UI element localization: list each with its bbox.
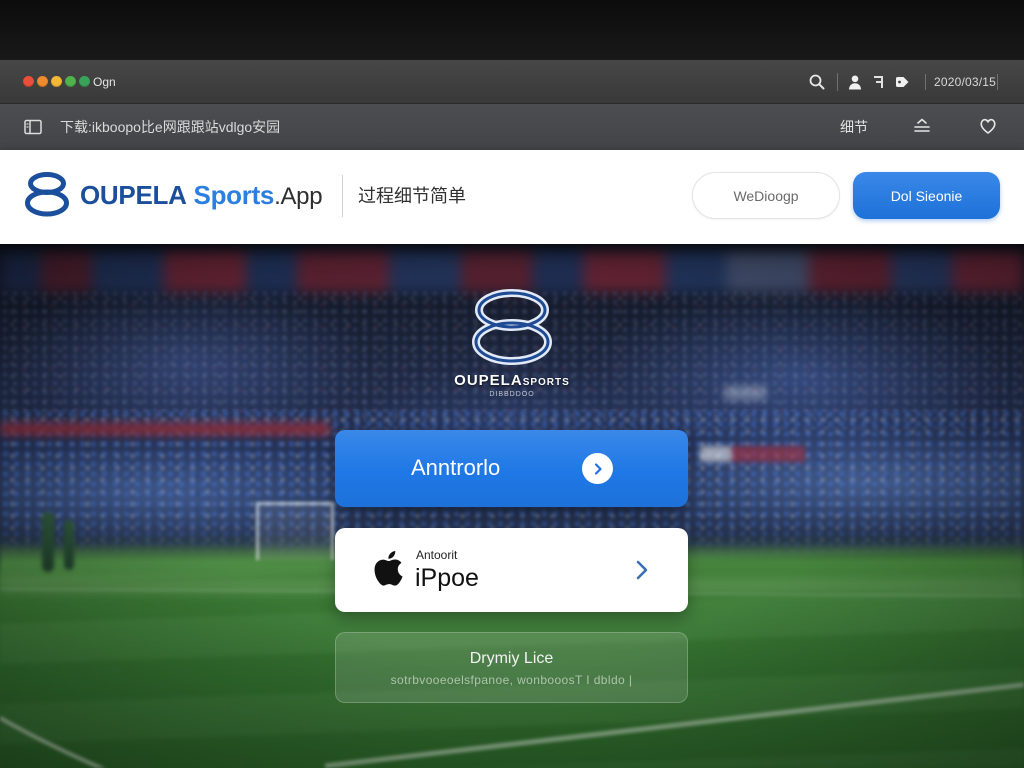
header-tagline: 过程细节简单 [358,186,466,206]
primary-header-button[interactable]: Dol Sieonie [853,172,1000,219]
third-button-subtitle: sotrbvooeoelsfpanoe, wonbooosT I dbldo | [390,673,633,687]
logo-name-primary: OUPELA [454,372,523,389]
chevron-right-icon [636,560,648,580]
secondary-header-button[interactable]: WeDioogp [692,172,840,219]
heart-icon[interactable] [978,116,998,141]
search-icon[interactable] [809,74,825,95]
android-download-button[interactable]: Anntrorlo [335,430,688,507]
brand-logo-icon[interactable] [24,171,70,217]
app-logo-name: OUPELAsports [412,372,612,390]
close-window-button[interactable] [23,76,34,87]
browser-toolbar: 下载:ikboopo比e网跟跟站vdlgo安园 细节 [0,104,1024,150]
iphone-download-button[interactable]: Antoorit iPpoe [335,528,688,612]
site-header: OUPELA Sports.App 过程细节简单 WeDioogp Dol Sie… [0,150,1024,244]
third-button-title: Drymiy Lice [469,650,554,667]
window-titlebar: Ogn 2020/03/15 [0,60,1024,104]
titlebar-divider [837,73,838,91]
header-divider [342,175,343,217]
date-label: 2020/03/15 [934,75,997,89]
extra-window-button[interactable] [79,76,90,87]
app-screen: Ogn 2020/03/15 下载:ikboopo比e网跟跟站vdlgo安园 细… [0,0,1024,768]
chevron-right-icon [582,453,613,484]
sidebar-icon[interactable] [24,119,42,140]
brand-secondary: Sports [193,180,275,210]
person-icon[interactable] [847,74,863,95]
app-logo-icon [472,289,552,365]
menu-icon[interactable] [912,116,932,141]
window-title: Ogn [93,75,116,89]
logo-name-suffix: sports [522,372,570,388]
brand-primary: OUPELA [80,180,187,210]
minimize-window-button[interactable] [37,76,48,87]
ios-button-caption: Antoorit [416,548,458,562]
titlebar-divider [997,74,998,90]
tag-icon[interactable] [894,74,910,95]
apple-icon [374,551,403,586]
brand-name[interactable]: OUPELA Sports.App [80,180,323,212]
titlebar-divider [925,74,926,90]
logo-caption: DIBBDDOO [489,391,535,398]
details-link[interactable]: 细节 [840,118,868,136]
zoom-window-button[interactable] [51,76,62,87]
flag-icon[interactable] [871,75,885,94]
top-void [0,0,1024,60]
window-controls [23,76,90,87]
brand-suffix: .App [274,183,323,210]
fullscreen-window-button[interactable] [65,76,76,87]
address-bar[interactable]: 下载:ikboopo比e网跟跟站vdlgo安园 [60,118,280,136]
ios-button-label: iPpoe [415,564,479,592]
third-option-button[interactable]: Drymiy Lice sotrbvooeoelsfpanoe, wonbooo… [335,632,688,703]
android-button-label: Anntrorlo [411,455,501,480]
